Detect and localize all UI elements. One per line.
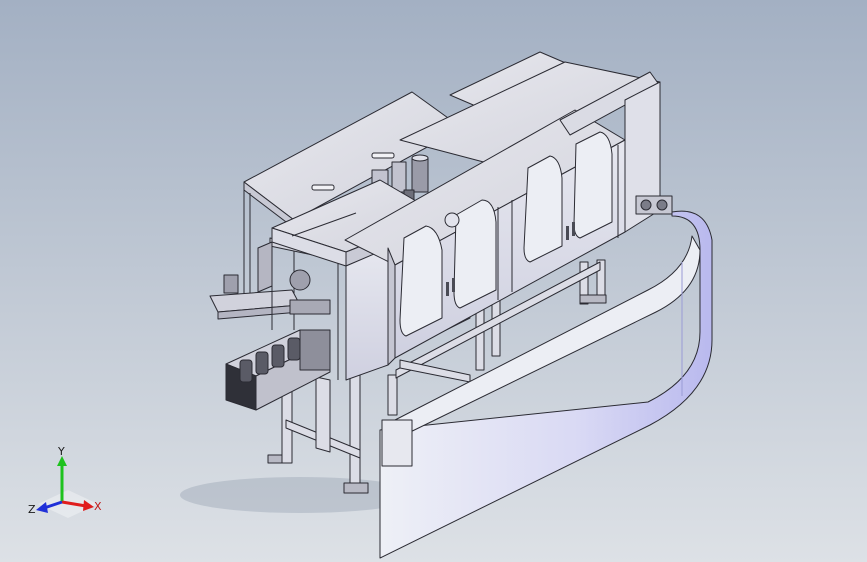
triad-x-label: X (94, 500, 102, 513)
guard-clamp (381, 419, 413, 467)
door-window-2[interactable] (453, 199, 497, 309)
door-window-3[interactable] (523, 155, 563, 263)
conveyor-drive (635, 195, 673, 215)
triad-z-label: Z (28, 503, 36, 516)
door-window-4[interactable] (573, 131, 613, 239)
cad-viewport[interactable] (0, 0, 867, 562)
door-window-1[interactable] (399, 225, 443, 337)
triad-y-label: Y (57, 445, 65, 458)
door-lock-icon[interactable] (444, 212, 460, 228)
axis-triad[interactable]: Y X Z (28, 444, 108, 520)
